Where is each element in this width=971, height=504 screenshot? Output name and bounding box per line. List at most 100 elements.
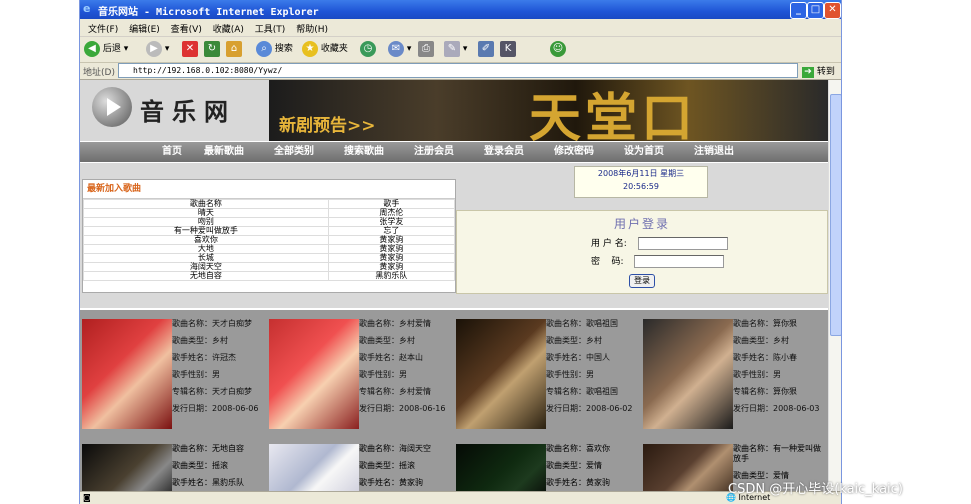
singer-name: 歌手姓名：赵本山 xyxy=(359,353,423,362)
singer-name: 歌手姓名：许冠杰 xyxy=(172,353,236,362)
star-icon: ★ xyxy=(302,40,318,57)
singer-gender: 歌手性别：男 xyxy=(172,370,220,379)
song-type: 歌曲类型：摇滚 xyxy=(172,461,228,470)
singer-name: 歌手姓名：黄家驹 xyxy=(546,478,610,487)
password-row: 密 码: xyxy=(591,254,725,268)
login-title: 用户登录 xyxy=(613,217,670,231)
singer-gender: 歌手性别：男 xyxy=(359,370,407,379)
menu-file[interactable]: 文件(F) xyxy=(88,22,118,35)
username-input[interactable] xyxy=(637,237,728,250)
nav-home[interactable]: 首页 xyxy=(162,142,182,162)
favorites-button[interactable]: ★ 收藏夹 xyxy=(302,39,348,59)
browser-window: e 音乐网站 - Microsoft Internet Explorer _ □… xyxy=(79,0,842,504)
album-cover-image[interactable] xyxy=(269,319,359,429)
username-label: 用 户 名: xyxy=(591,239,627,249)
menu-help[interactable]: 帮助(H) xyxy=(296,22,328,35)
password-label: 密 码: xyxy=(591,257,624,267)
song-card: 歌曲名称：乡村爱情 歌曲类型：乡村 歌手姓名：赵本山 歌手性别：男 专辑名称：乡… xyxy=(267,319,453,437)
singer-name: 黑豹乐队 xyxy=(327,271,456,281)
page-content: 音乐网 新剧预告>> 天堂口 首页 最新歌曲 全部类别 搜索歌曲 注册会员 登录… xyxy=(80,80,828,491)
research-icon: K xyxy=(500,40,516,57)
song-info: 歌曲名称：算你狠 歌曲类型：乡村 歌手姓名：陈小春 歌手性别：男 专辑名称：算你… xyxy=(733,319,825,421)
banner-movie-title: 天堂口 xyxy=(529,88,698,149)
song-name: 歌曲名称：有一种爱叫做放手 xyxy=(733,444,821,463)
page-status-icon: ◙ xyxy=(83,493,91,502)
album-cover-image[interactable] xyxy=(643,444,733,491)
album-cover-image[interactable] xyxy=(82,319,172,429)
table-row[interactable]: 无地自容 黑豹乐队 xyxy=(83,271,456,281)
menu-view[interactable]: 查看(V) xyxy=(171,22,202,35)
vertical-scrollbar[interactable] xyxy=(828,80,841,491)
new-songs-panel: 最新加入歌曲 歌曲名称 歌手 晴天 周杰伦 吻别 张学友 有一种爱叫做放手 忘了 喜欢… xyxy=(82,179,456,293)
song-type: 歌曲类型：乡村 xyxy=(733,336,789,345)
song-type: 歌曲类型：乡村 xyxy=(172,336,228,345)
album-name: 专辑名称：天才白痴梦 xyxy=(172,387,252,396)
edit-icon: ✎ xyxy=(444,40,460,57)
edit-button[interactable]: ✎ ▾ xyxy=(444,39,467,59)
close-button[interactable]: ✕ xyxy=(824,2,841,19)
nav-all-categories[interactable]: 全部类别 xyxy=(274,142,314,162)
scrollbar-thumb[interactable] xyxy=(830,94,841,336)
research-button[interactable]: K xyxy=(500,39,516,59)
site-banner: 音乐网 新剧预告>> 天堂口 xyxy=(80,80,828,149)
nav-search-songs[interactable]: 搜索歌曲 xyxy=(344,142,384,162)
release-date: 发行日期：2008-06-16 xyxy=(359,404,446,413)
messenger-button[interactable]: ☺ xyxy=(550,39,566,59)
release-date: 发行日期：2008-06-06 xyxy=(172,404,259,413)
album-cover-image[interactable] xyxy=(82,444,172,491)
singer-name: 歌手姓名：陈小春 xyxy=(733,353,797,362)
nav-register[interactable]: 注册会员 xyxy=(414,142,454,162)
menu-favorites[interactable]: 收藏(A) xyxy=(213,22,244,35)
album-cover-image[interactable] xyxy=(456,444,546,491)
song-name: 歌曲名称：歌唱祖国 xyxy=(546,319,618,328)
address-bar: 地址(D) http://192.168.0.102:8080/Yywz/ ➔ … xyxy=(80,62,841,80)
nav-logout[interactable]: 注销退出 xyxy=(694,142,734,162)
song-type: 歌曲类型：摇滚 xyxy=(359,461,415,470)
album-cover-image[interactable] xyxy=(456,319,546,429)
release-date: 发行日期：2008-06-02 xyxy=(546,404,633,413)
login-submit-button[interactable]: 登录 xyxy=(629,274,655,288)
back-arrow-icon: ◀ xyxy=(84,40,100,57)
song-card: 歌曲名称：喜欢你 歌曲类型：爱情 歌手姓名：黄家驹 xyxy=(454,444,640,491)
middle-section: 2008年6月11日 星期三 20:56:59 最新加入歌曲 歌曲名称 歌手 晴… xyxy=(80,163,828,308)
username-row: 用 户 名: xyxy=(591,236,728,250)
discuss-button[interactable]: ✐ xyxy=(478,39,494,59)
nav-change-password[interactable]: 修改密码 xyxy=(554,142,594,162)
movie-ad-banner[interactable]: 新剧预告>> 天堂口 xyxy=(269,80,828,149)
forward-button[interactable]: ▶ ▾ xyxy=(146,39,169,59)
history-button[interactable]: ◷ xyxy=(360,39,376,59)
song-gallery: 歌曲名称：天才白痴梦 歌曲类型：乡村 歌手姓名：许冠杰 歌手性别：男 专辑名称：… xyxy=(80,310,828,491)
minimize-button[interactable]: _ xyxy=(790,2,807,19)
new-songs-title: 最新加入歌曲 xyxy=(83,180,455,199)
current-date: 2008年6月11日 星期三 xyxy=(597,169,685,178)
status-bar: ◙ 🌐 Internet xyxy=(80,491,841,504)
menu-tools[interactable]: 工具(T) xyxy=(255,22,286,35)
stop-button[interactable]: ✕ xyxy=(182,39,198,59)
nav-login[interactable]: 登录会员 xyxy=(484,142,524,162)
mail-button[interactable]: ✉ ▾ xyxy=(388,39,411,59)
song-name[interactable]: 无地自容 xyxy=(83,271,329,281)
maximize-button[interactable]: □ xyxy=(807,2,824,19)
watermark: CSDN @开心毕设(kaic_kaic) xyxy=(728,482,903,497)
album-cover-image[interactable] xyxy=(269,444,359,491)
album-name: 专辑名称：歌唱祖国 xyxy=(546,387,618,396)
forward-arrow-icon: ▶ xyxy=(146,40,162,57)
back-button[interactable]: ◀ 后退 ▾ xyxy=(84,39,128,59)
password-input[interactable] xyxy=(634,255,725,268)
nav-new-songs[interactable]: 最新歌曲 xyxy=(204,142,244,162)
search-button[interactable]: ⌕ 搜索 xyxy=(256,39,293,59)
menu-edit[interactable]: 编辑(E) xyxy=(129,22,160,35)
home-button[interactable]: ⌂ xyxy=(226,39,242,59)
singer-name: 歌手姓名：黑豹乐队 xyxy=(172,478,244,487)
song-type: 歌曲类型：爱情 xyxy=(546,461,602,470)
address-input[interactable]: http://192.168.0.102:8080/Yywz/ xyxy=(118,63,798,78)
history-icon: ◷ xyxy=(360,40,376,57)
refresh-button[interactable]: ↻ xyxy=(204,39,220,59)
discuss-icon: ✐ xyxy=(478,40,494,57)
new-songs-table: 歌曲名称 歌手 晴天 周杰伦 吻别 张学友 有一种爱叫做放手 忘了 喜欢你 黄家驹 大地… xyxy=(83,199,456,281)
nav-set-homepage[interactable]: 设为首页 xyxy=(624,142,664,162)
album-cover-image[interactable] xyxy=(643,319,733,429)
go-button[interactable]: ➔ 转到 xyxy=(802,64,835,78)
mail-icon: ✉ xyxy=(388,40,404,57)
print-button[interactable]: ⎙ xyxy=(418,39,434,59)
